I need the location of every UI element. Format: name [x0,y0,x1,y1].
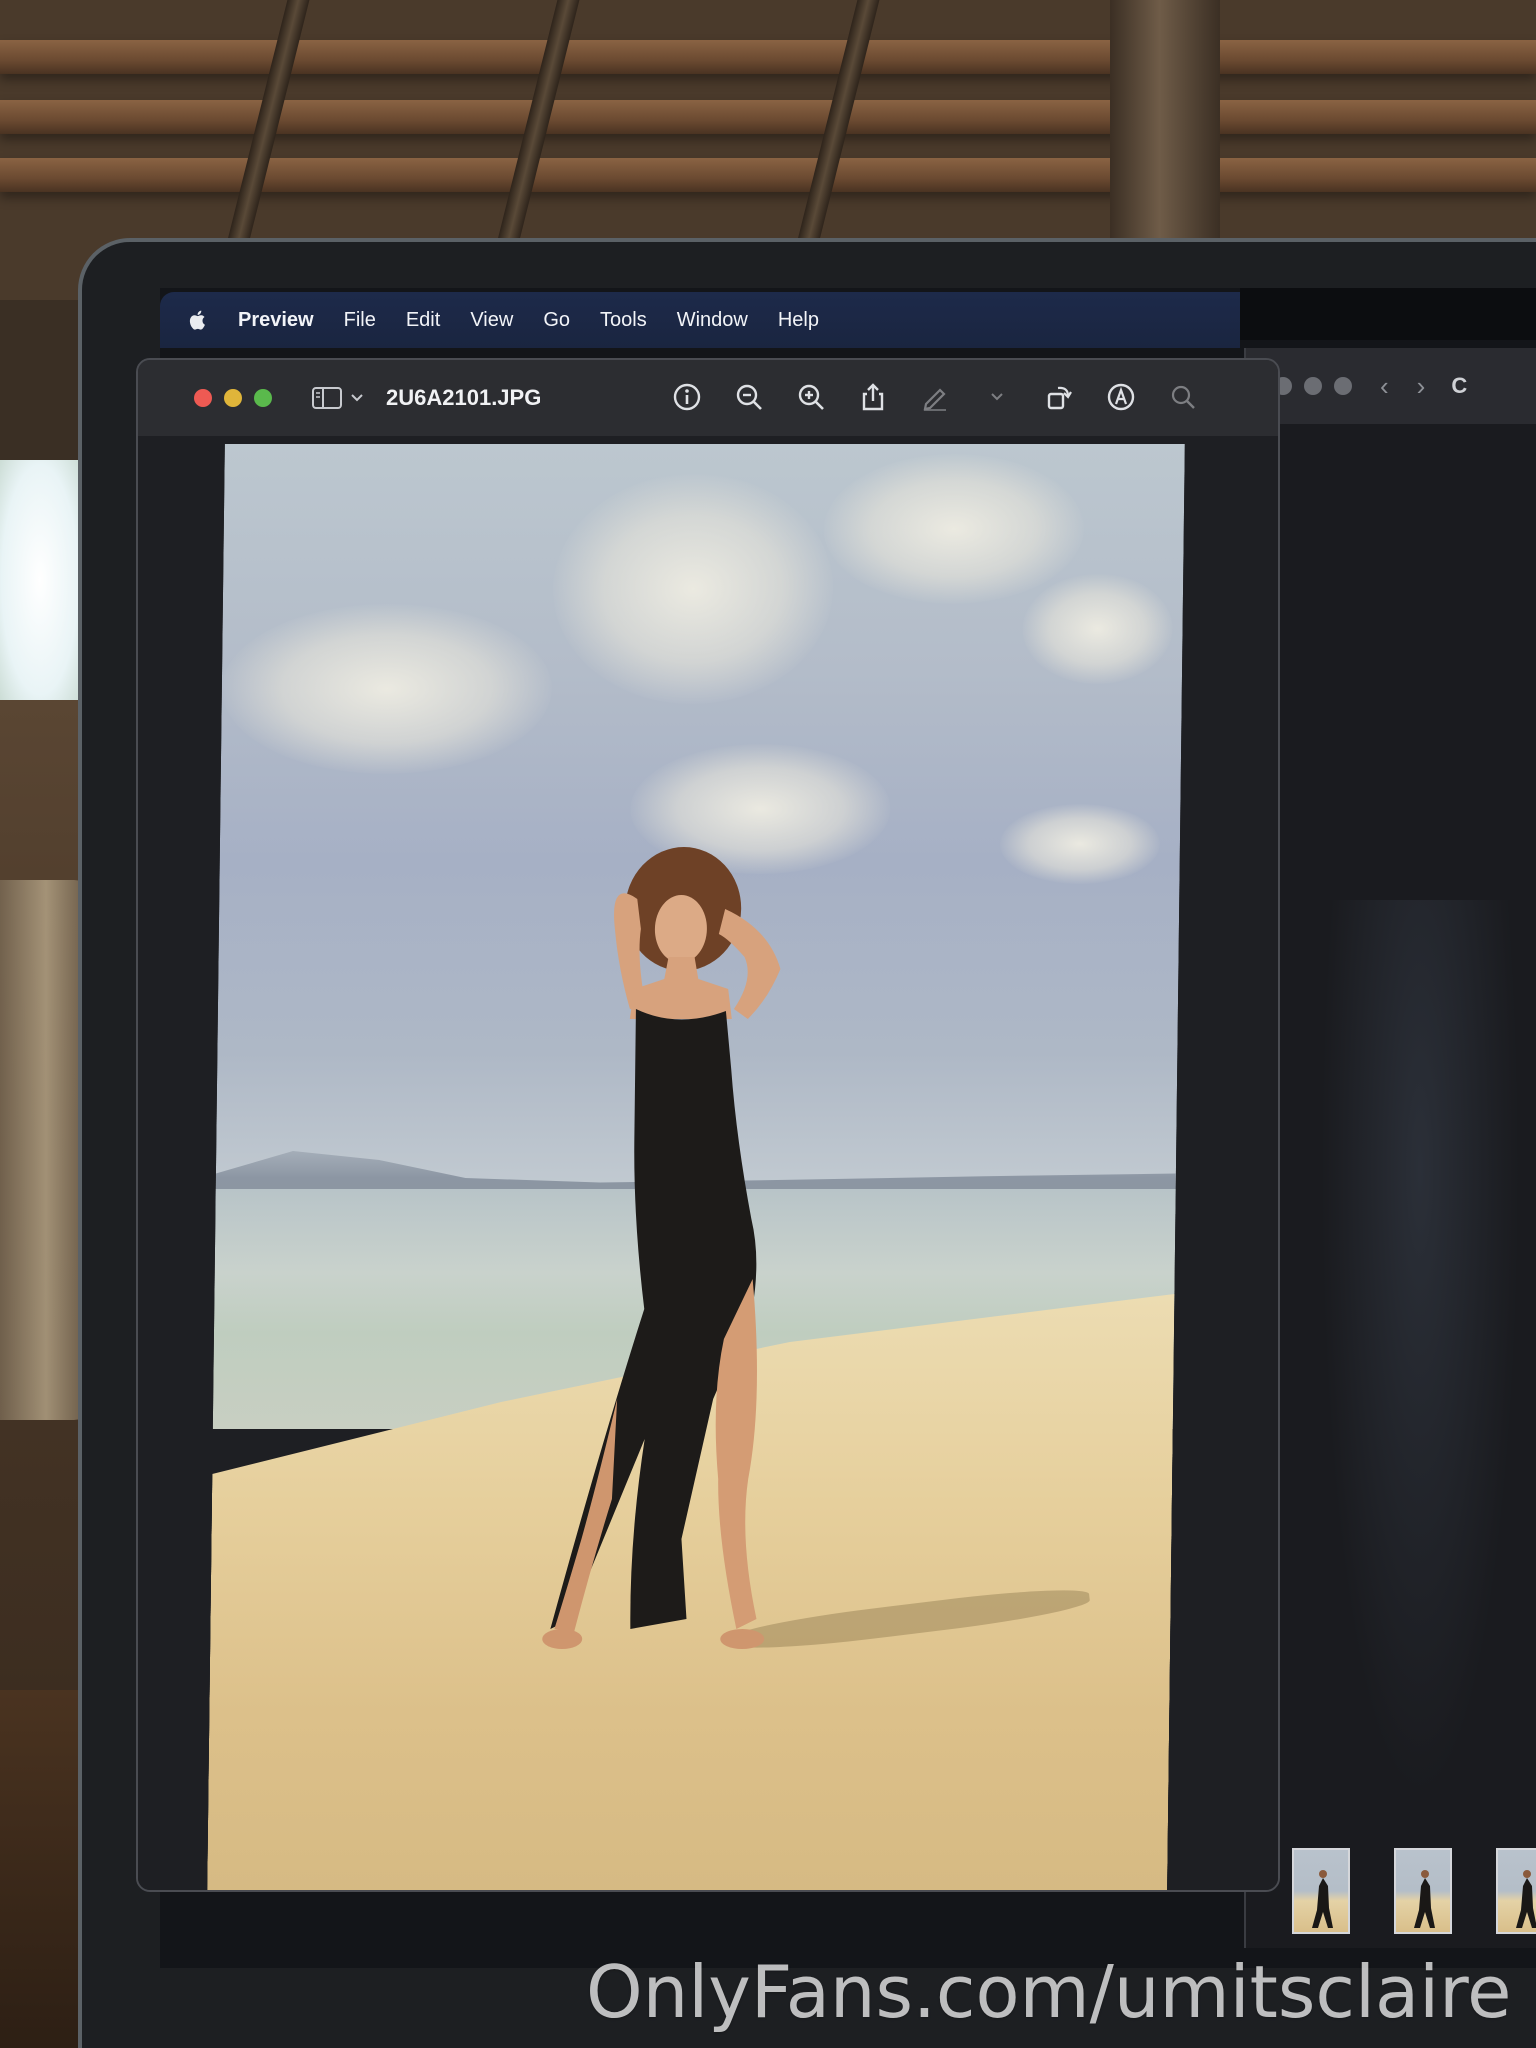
thumbnail-image[interactable] [1496,1848,1536,1934]
preview-titlebar: 2U6A2101.JPG [138,360,1278,436]
beach-photo[interactable] [207,444,1185,1890]
macos-menu-bar: Preview File Edit View Go Tools Window H… [160,292,1240,348]
wooden-pillar [1110,0,1220,250]
zoom-out-icon[interactable] [730,378,768,416]
thumbnail-image[interactable] [1292,1848,1350,1934]
menu-go[interactable]: Go [543,309,570,332]
secondary-window-toolbar: ‹ › C [1246,348,1536,424]
minimize-dot[interactable] [1304,377,1322,395]
secondary-window: ‹ › C [1244,348,1536,1948]
screen-notch [1240,288,1536,340]
chevron-down-icon [351,394,363,402]
back-chevron-icon[interactable]: ‹ [1380,371,1389,402]
preview-toolbar [668,378,1202,416]
ceiling-beam [0,100,1536,134]
thumbnail-image[interactable] [1394,1848,1452,1934]
chevron-down-icon[interactable] [978,378,1016,416]
search-icon[interactable] [1164,378,1202,416]
photo-cloud [1021,574,1174,684]
photo-subject [542,847,781,1649]
menu-view[interactable]: View [470,309,513,332]
markup-pen-icon[interactable] [916,378,954,416]
photo-cloud [999,804,1161,884]
menu-edit[interactable]: Edit [406,309,440,332]
zoom-dot[interactable] [1334,377,1352,395]
watermark-text: OnlyFans.com/umitsclaire [586,1950,1512,2034]
preview-window: 2U6A2101.JPG [136,358,1280,1892]
forward-chevron-icon[interactable]: › [1417,371,1426,402]
share-icon[interactable] [854,378,892,416]
window-controls [194,389,272,407]
ceiling-beam [0,158,1536,192]
fullscreen-button[interactable] [254,389,272,407]
menu-file[interactable]: File [344,309,376,332]
menu-window[interactable]: Window [677,309,748,332]
rotate-icon[interactable] [1040,378,1078,416]
annotate-icon[interactable] [1102,378,1140,416]
menu-help[interactable]: Help [778,309,819,332]
photo-cloud [822,454,1085,604]
minimize-button[interactable] [224,389,242,407]
sidebar-icon [312,387,342,409]
photo-cloud [551,474,835,704]
menu-tools[interactable]: Tools [600,309,647,332]
thumbnail-strip [1292,1848,1536,1934]
secondary-window-title: C [1451,373,1468,398]
menu-app-preview[interactable]: Preview [238,309,314,332]
zoom-in-icon[interactable] [792,378,830,416]
photo-cloud [220,604,553,774]
apple-logo-icon[interactable] [188,309,208,331]
close-button[interactable] [194,389,212,407]
image-canvas [138,436,1278,1890]
info-icon[interactable] [668,378,706,416]
window-controls-inactive[interactable] [1274,377,1352,395]
sidebar-toggle-button[interactable] [312,386,364,410]
document-title: 2U6A2101.JPG [386,385,542,410]
ceiling-beam [0,40,1536,74]
